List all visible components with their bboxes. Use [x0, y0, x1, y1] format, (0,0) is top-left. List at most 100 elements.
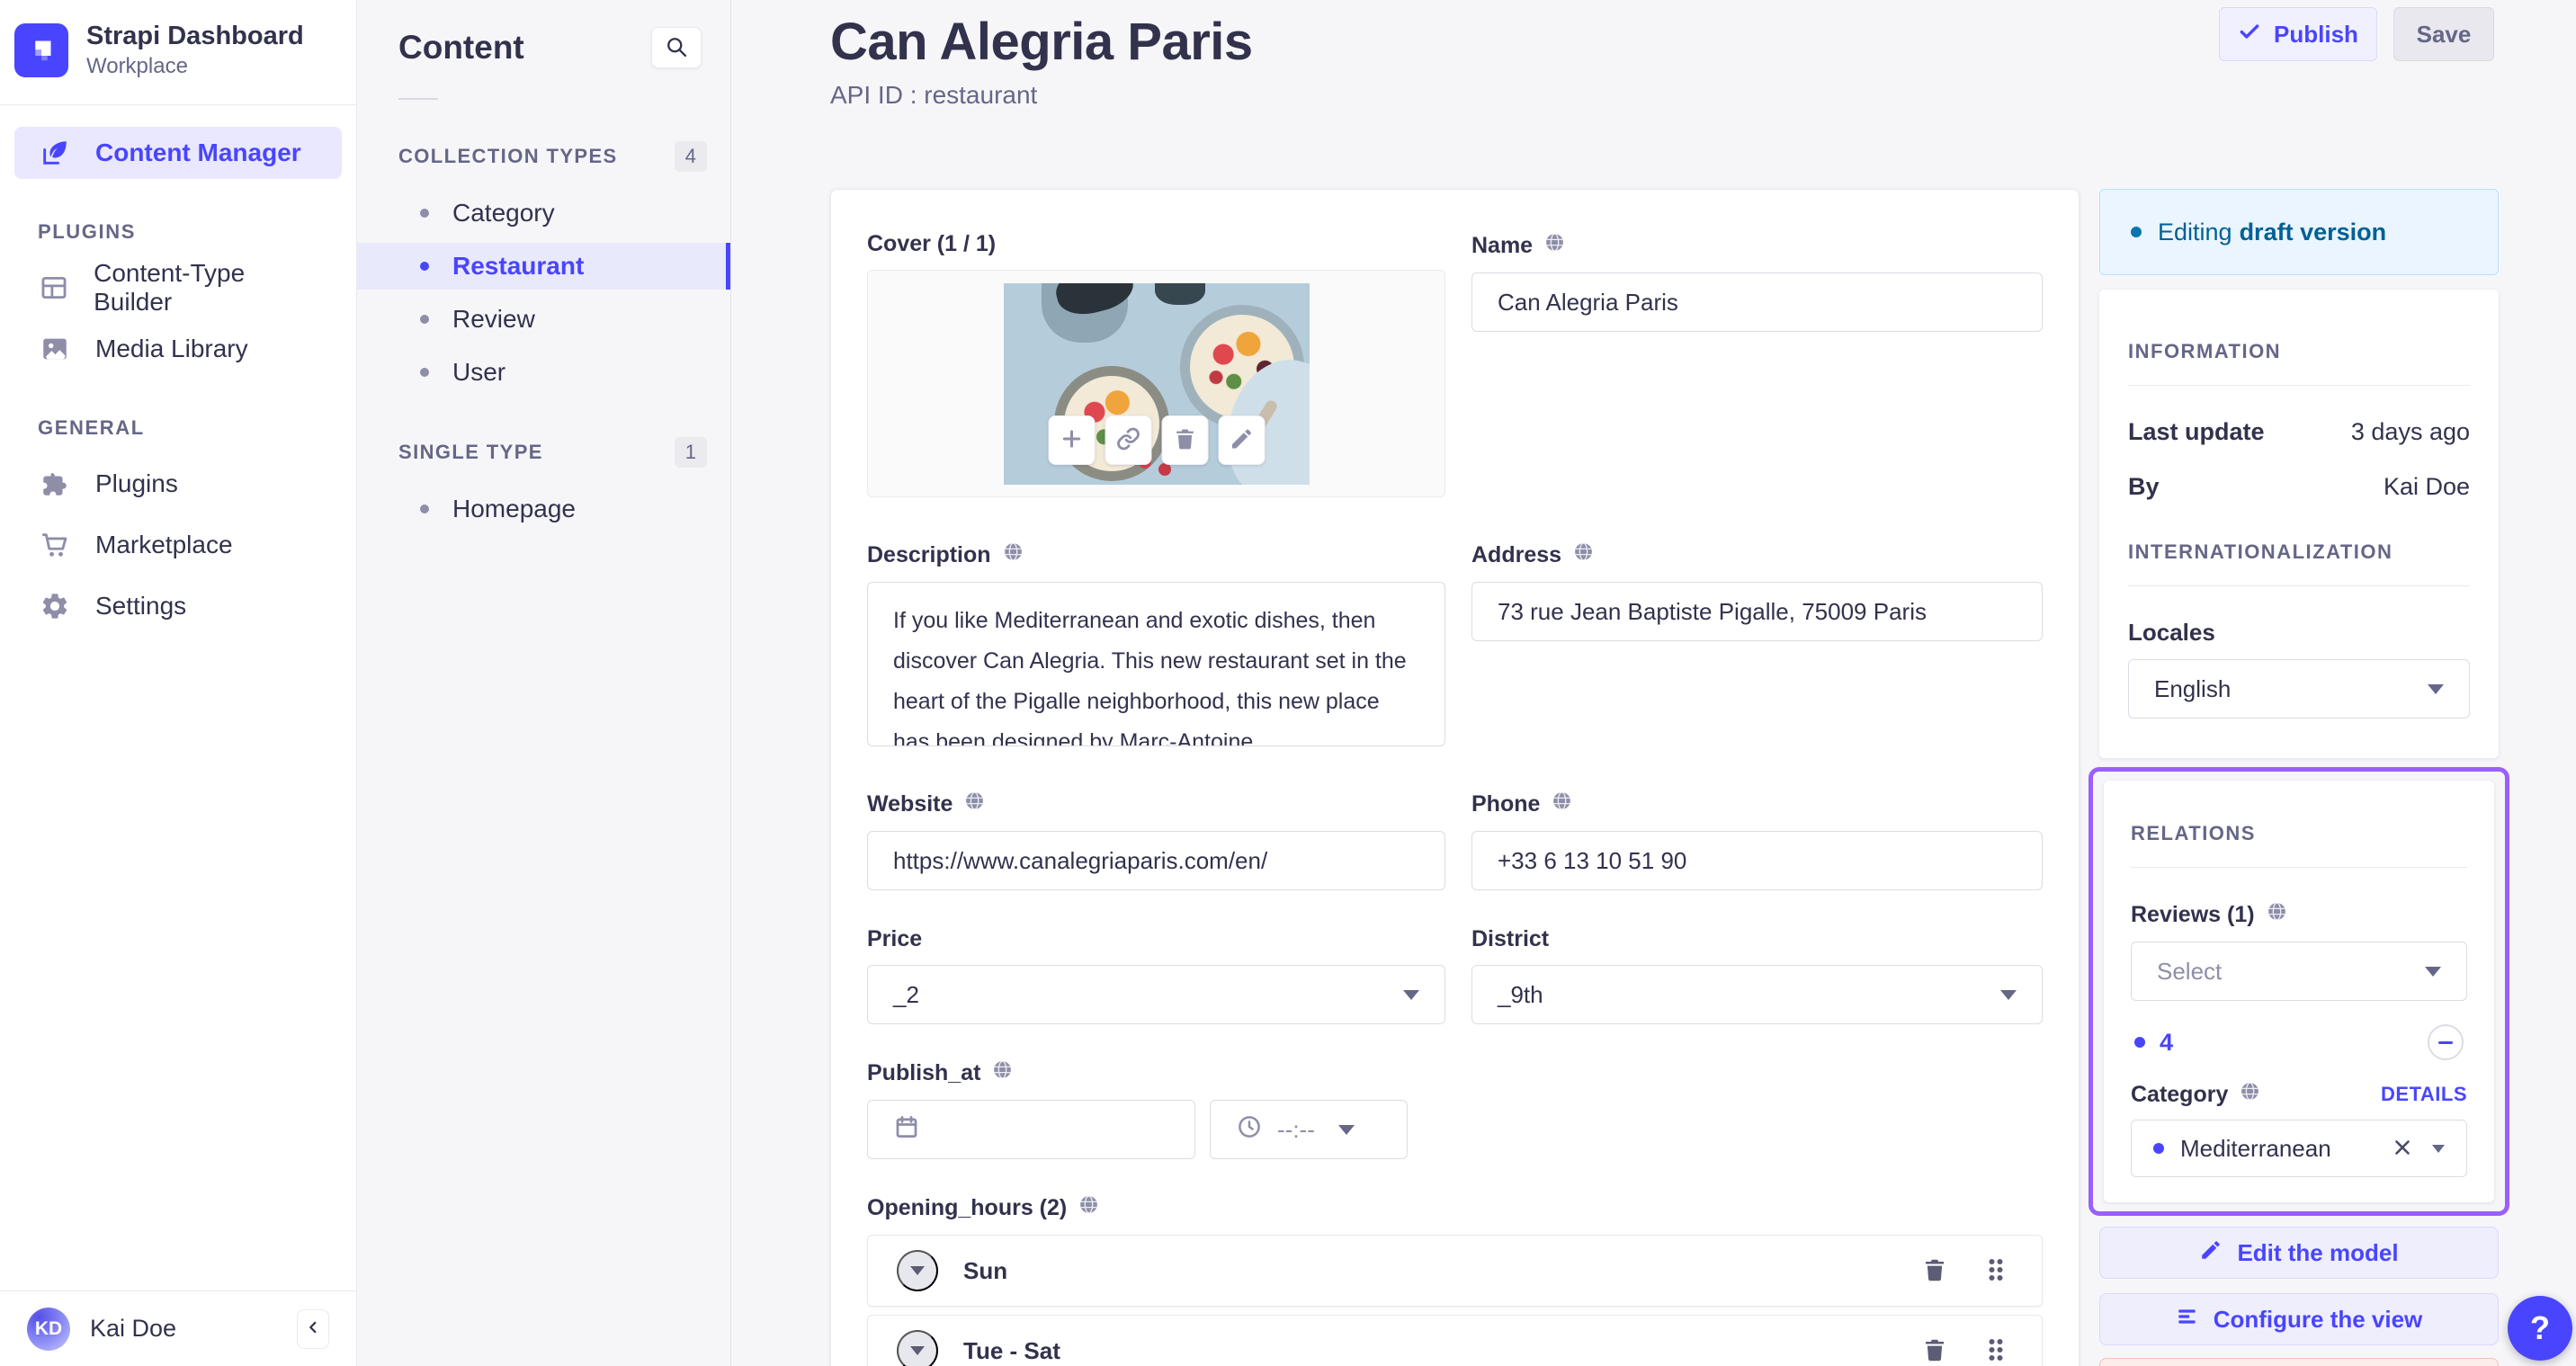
- sidebar-item-content-type-builder[interactable]: Content-Type Builder: [14, 259, 342, 316]
- price-field-label: Price: [867, 926, 923, 951]
- details-link[interactable]: DETAILS: [2381, 1083, 2467, 1106]
- publish-button-label: Publish: [2274, 20, 2358, 48]
- puzzle-icon: [38, 469, 72, 499]
- sidebar-item-label: Marketplace: [95, 531, 233, 559]
- check-icon: [2238, 20, 2261, 49]
- avatar[interactable]: KD: [27, 1307, 70, 1351]
- sidebar-item-review[interactable]: Review: [357, 296, 730, 343]
- chevron-down-icon: [910, 1346, 925, 1355]
- name-field-label: Name: [1471, 231, 2043, 260]
- feather-icon: [38, 138, 72, 168]
- reviews-select[interactable]: Select: [2131, 942, 2467, 1001]
- edit-model-button[interactable]: Edit the model: [2099, 1227, 2499, 1279]
- api-id-subtitle: API ID : restaurant: [830, 81, 1038, 109]
- link-icon: [1115, 426, 1140, 454]
- brand-title: Strapi Dashboard: [86, 22, 304, 50]
- category-header-row: Category DETAILS: [2131, 1080, 2467, 1109]
- content-panel-title: Content: [398, 29, 524, 66]
- save-button[interactable]: Save: [2393, 7, 2494, 61]
- calendar-icon: [893, 1113, 920, 1147]
- relations-card: RELATIONS Reviews (1) Select 4 Category …: [2104, 781, 2494, 1202]
- phone-input[interactable]: [1471, 831, 2043, 890]
- accordion-title: Sun: [963, 1256, 1008, 1284]
- sidebar-item-category[interactable]: Category: [357, 190, 730, 237]
- cover-photo: [1003, 283, 1310, 485]
- review-relation-id[interactable]: 4: [2160, 1029, 2173, 1057]
- locale-select[interactable]: English: [2128, 659, 2470, 719]
- price-select[interactable]: _2: [867, 965, 1445, 1024]
- sidebar-item-user[interactable]: User: [357, 349, 730, 396]
- address-field-label: Address: [1471, 540, 2043, 569]
- edit-media-button[interactable]: [1218, 415, 1265, 465]
- globe-icon: [2266, 900, 2288, 929]
- add-media-button[interactable]: [1048, 415, 1095, 465]
- help-button[interactable]: ?: [2508, 1296, 2572, 1361]
- sidebar-item-content-manager[interactable]: Content Manager: [14, 127, 342, 180]
- sidebar-item-label: Settings: [95, 592, 187, 621]
- relation-dot-icon: [2134, 1037, 2145, 1048]
- collapse-sidebar-button[interactable]: [297, 1308, 329, 1349]
- delete-entry-button[interactable]: [2099, 1358, 2499, 1366]
- address-input[interactable]: [1471, 582, 2043, 641]
- cover-dropzone[interactable]: [867, 270, 1445, 497]
- entry-form-card: Cover (1 / 1) Name Can Alegria Paris Des…: [830, 189, 2080, 1366]
- by-row: By Kai Doe: [2128, 473, 2470, 500]
- globe-icon: [1551, 790, 1573, 818]
- delete-media-button[interactable]: [1161, 415, 1208, 465]
- description-field-label: Description: [867, 540, 1445, 569]
- delete-component-button[interactable]: [1916, 1331, 1954, 1366]
- opening-hours-field-label: Opening_hours (2): [867, 1193, 2043, 1222]
- drag-handle[interactable]: [1979, 1331, 2013, 1366]
- brand[interactable]: Strapi Dashboard Workplace: [0, 0, 356, 106]
- publish-button[interactable]: Publish: [2219, 7, 2377, 61]
- minus-icon: [2438, 1040, 2453, 1044]
- search-button[interactable]: [651, 27, 702, 68]
- expand-accordion-button[interactable]: [897, 1250, 938, 1291]
- sidebar-item-settings[interactable]: Settings: [14, 580, 342, 632]
- configure-view-button[interactable]: Configure the view: [2099, 1293, 2499, 1345]
- layout-icon: [38, 272, 70, 303]
- district-select[interactable]: _9th: [1471, 965, 2043, 1024]
- drag-handle[interactable]: [1979, 1251, 2013, 1291]
- name-input[interactable]: [1471, 272, 2043, 332]
- sidebar-footer: KD Kai Doe: [0, 1290, 356, 1366]
- pencil-icon: [2199, 1238, 2223, 1268]
- draft-emphasis: draft version: [2239, 218, 2387, 246]
- edit-model-label: Edit the model: [2237, 1238, 2399, 1266]
- bullet-icon: [420, 368, 429, 377]
- description-textarea[interactable]: If you like Mediterranean and exotic dis…: [867, 582, 1445, 746]
- cover-actions: [1048, 415, 1265, 465]
- remove-relation-button[interactable]: [2428, 1024, 2464, 1060]
- internationalization-heading: INTERNATIONALIZATION: [2128, 540, 2393, 563]
- sidebar-item-label: Content Manager: [95, 138, 301, 167]
- publish-time-input[interactable]: --:--: [1210, 1100, 1408, 1159]
- strapi-logo-icon: [14, 23, 68, 78]
- bullet-icon: [420, 262, 429, 271]
- close-icon: [2391, 1136, 2414, 1162]
- nav-section-general: GENERAL: [38, 416, 145, 440]
- reviews-select-placeholder: Select: [2157, 957, 2223, 985]
- expand-accordion-button[interactable]: [897, 1330, 938, 1366]
- trash-icon: [1172, 426, 1197, 454]
- category-relation-box[interactable]: Mediterranean: [2131, 1120, 2467, 1177]
- chevron-down-icon: [2000, 989, 2017, 1000]
- sidebar-item-restaurant[interactable]: Restaurant: [357, 243, 730, 290]
- list-item-label: Category: [452, 199, 555, 227]
- website-input[interactable]: [867, 831, 1445, 890]
- clear-category-button[interactable]: [2385, 1130, 2419, 1167]
- sidebar-item-marketplace[interactable]: Marketplace: [14, 519, 342, 571]
- sidebar-item-homepage[interactable]: Homepage: [357, 486, 730, 532]
- publish-date-input[interactable]: [867, 1100, 1195, 1159]
- draft-status-banner: Editing draft version: [2099, 189, 2499, 275]
- sidebar-item-plugins[interactable]: Plugins: [14, 458, 342, 510]
- main-sidebar: Strapi Dashboard Workplace Content Manag…: [0, 0, 357, 1366]
- copy-link-button[interactable]: [1105, 415, 1151, 465]
- delete-component-button[interactable]: [1916, 1251, 1954, 1291]
- accordion-title: Tue - Sat: [963, 1336, 1060, 1364]
- sidebar-item-media-library[interactable]: Media Library: [14, 323, 342, 375]
- bullet-icon: [420, 315, 429, 324]
- opening-hours-row-sun: Sun: [867, 1235, 2043, 1307]
- search-icon: [664, 34, 689, 62]
- list-item-label: User: [452, 358, 506, 386]
- globe-icon: [963, 790, 986, 818]
